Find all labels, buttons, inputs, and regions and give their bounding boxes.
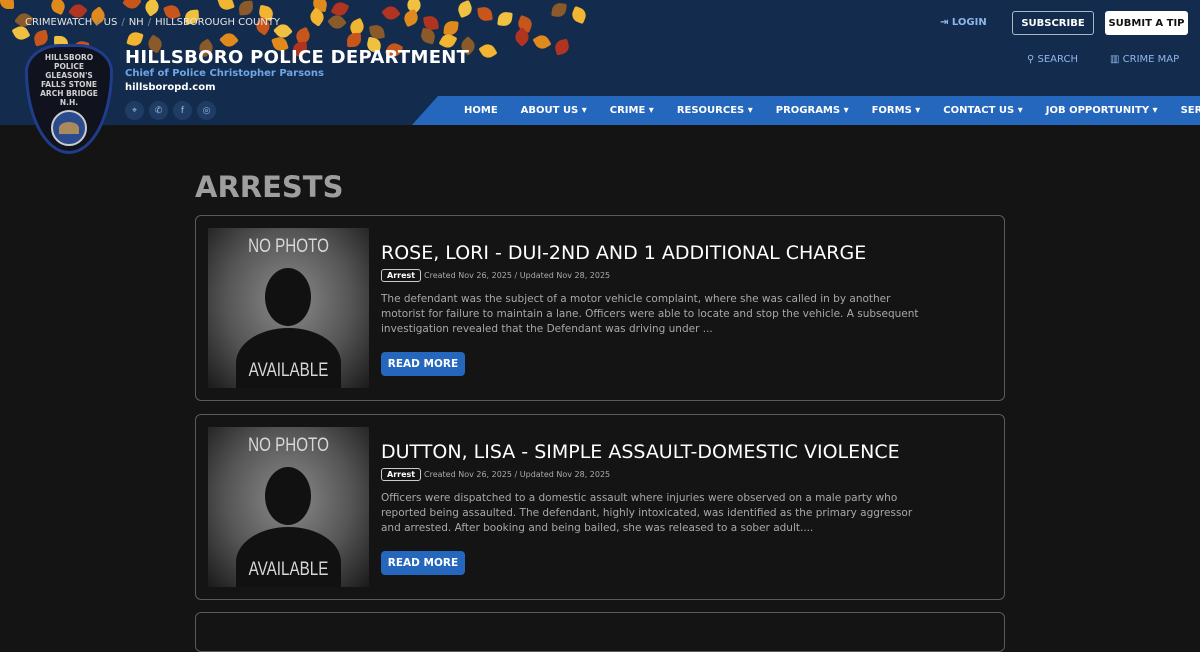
- leaf-shape: [122, 0, 142, 12]
- leaf-shape: [532, 32, 552, 52]
- nav-resources[interactable]: RESOURCES ▾: [677, 105, 753, 116]
- search-link[interactable]: ⚲ SEARCH: [1027, 54, 1078, 65]
- department-title: HILLSBORO POLICE DEPARTMENT: [125, 47, 470, 68]
- no-photo-text: NO PHOTO: [248, 435, 329, 456]
- leaf-shape: [327, 12, 347, 32]
- page-title: ARRESTS: [195, 170, 344, 204]
- arrest-tag: Arrest: [381, 468, 422, 481]
- arrest-description: Officers were dispatched to a domestic a…: [381, 492, 913, 534]
- read-more-button[interactable]: READ MORE: [381, 352, 465, 376]
- no-photo-image[interactable]: NO PHOTO AVAILABLE: [208, 228, 369, 388]
- leaf-shape: [48, 0, 68, 16]
- location-icon[interactable]: ⌖: [125, 101, 144, 120]
- arrest-card: NO PHOTO AVAILABLE DUTTON, LISA - SIMPLE…: [195, 414, 1005, 600]
- nav-job-opportunity[interactable]: JOB OPPORTUNITY ▾: [1046, 105, 1158, 116]
- submit-tip-button[interactable]: SUBMIT A TIP: [1105, 11, 1188, 35]
- arrest-tag: Arrest: [381, 269, 422, 282]
- leaf-shape: [381, 3, 401, 23]
- crime-map-link[interactable]: ▥ CRIME MAP: [1110, 54, 1179, 65]
- main-nav: HOME ABOUT US ▾ CRIME ▾ RESOURCES ▾ PROG…: [412, 96, 1200, 125]
- site-header: CRIMEWATCH / US / NH / HILLSBOROUGH COUNTY HIL…: [0, 0, 1200, 125]
- no-photo-text: NO PHOTO: [248, 236, 329, 257]
- leaf-shape: [217, 0, 235, 12]
- facebook-icon[interactable]: f: [173, 101, 192, 120]
- phone-icon[interactable]: ✆: [149, 101, 168, 120]
- nav-crime[interactable]: CRIME ▾: [610, 105, 654, 116]
- badge-text: HILLSBORO POLICE GLEASON'S FALLS STONE A…: [40, 53, 98, 107]
- leaf-shape: [477, 6, 493, 22]
- nav-forms[interactable]: FORMS ▾: [872, 105, 921, 116]
- nav-home[interactable]: HOME: [464, 105, 498, 116]
- arrest-description: The defendant was the subject of a motor…: [381, 293, 919, 335]
- leaf-shape: [455, 0, 475, 19]
- arrest-card-partial: [195, 612, 1005, 652]
- crime-map-label: CRIME MAP: [1122, 54, 1180, 65]
- arrest-card: NO PHOTO AVAILABLE ROSE, LORI - DUI-2ND …: [195, 215, 1005, 401]
- arrest-dates: Created Nov 26, 2025 / Updated Nov 28, 2…: [424, 271, 611, 280]
- login-icon: ⇥: [940, 17, 952, 28]
- no-photo-image[interactable]: NO PHOTO AVAILABLE: [208, 427, 369, 587]
- leaf-shape: [551, 2, 567, 18]
- leaf-shape: [497, 11, 513, 27]
- arrest-dates: Created Nov 26, 2025 / Updated Nov 28, 2…: [424, 470, 611, 479]
- leaf-shape: [238, 0, 254, 16]
- breadcrumb-crimewatch[interactable]: CRIMEWATCH: [25, 17, 92, 28]
- nav-contact-us[interactable]: CONTACT US ▾: [943, 105, 1022, 116]
- leaf-shape: [346, 32, 362, 48]
- leaf-shape: [142, 0, 162, 17]
- chief-name: Chief of Police Christopher Parsons: [125, 68, 324, 79]
- police-badge-logo[interactable]: HILLSBORO POLICE GLEASON'S FALLS STONE A…: [25, 44, 113, 154]
- instagram-icon[interactable]: ◎: [197, 101, 216, 120]
- login-label: LOGIN: [951, 17, 987, 28]
- breadcrumb-us[interactable]: US: [104, 17, 118, 28]
- arrest-title[interactable]: ROSE, LORI - DUI-2ND AND 1 ADDITIONAL CH…: [381, 242, 866, 264]
- arrest-title[interactable]: DUTTON, LISA - SIMPLE ASSAULT-DOMESTIC V…: [381, 441, 900, 463]
- available-text: AVAILABLE: [248, 360, 329, 381]
- badge-seal: [51, 110, 87, 146]
- nav-services[interactable]: SERVICES ▾: [1181, 105, 1200, 116]
- available-text: AVAILABLE: [248, 559, 329, 580]
- breadcrumb-county[interactable]: HILLSBOROUGH COUNTY: [155, 17, 280, 28]
- leaf-shape: [478, 41, 498, 61]
- leaf-shape: [32, 29, 50, 47]
- website-url[interactable]: hillsboropd.com: [125, 82, 216, 93]
- nav-about-us[interactable]: ABOUT US ▾: [521, 105, 587, 116]
- breadcrumb-nh[interactable]: NH: [129, 17, 144, 28]
- subscribe-button[interactable]: SUBSCRIBE: [1012, 11, 1094, 35]
- leaf-shape: [126, 30, 144, 48]
- login-link[interactable]: ⇥ LOGIN: [940, 17, 987, 28]
- search-icon: ⚲: [1027, 54, 1038, 65]
- nav-programs[interactable]: PROGRAMS ▾: [776, 105, 849, 116]
- map-icon: ▥: [1110, 54, 1123, 65]
- leaf-shape: [569, 5, 589, 25]
- read-more-button[interactable]: READ MORE: [381, 551, 465, 575]
- leaf-shape: [0, 0, 14, 9]
- leaf-shape: [553, 38, 571, 56]
- leaf-shape: [419, 27, 437, 45]
- breadcrumb: CRIMEWATCH / US / NH / HILLSBOROUGH COUNTY: [25, 17, 281, 28]
- search-label: SEARCH: [1037, 54, 1078, 65]
